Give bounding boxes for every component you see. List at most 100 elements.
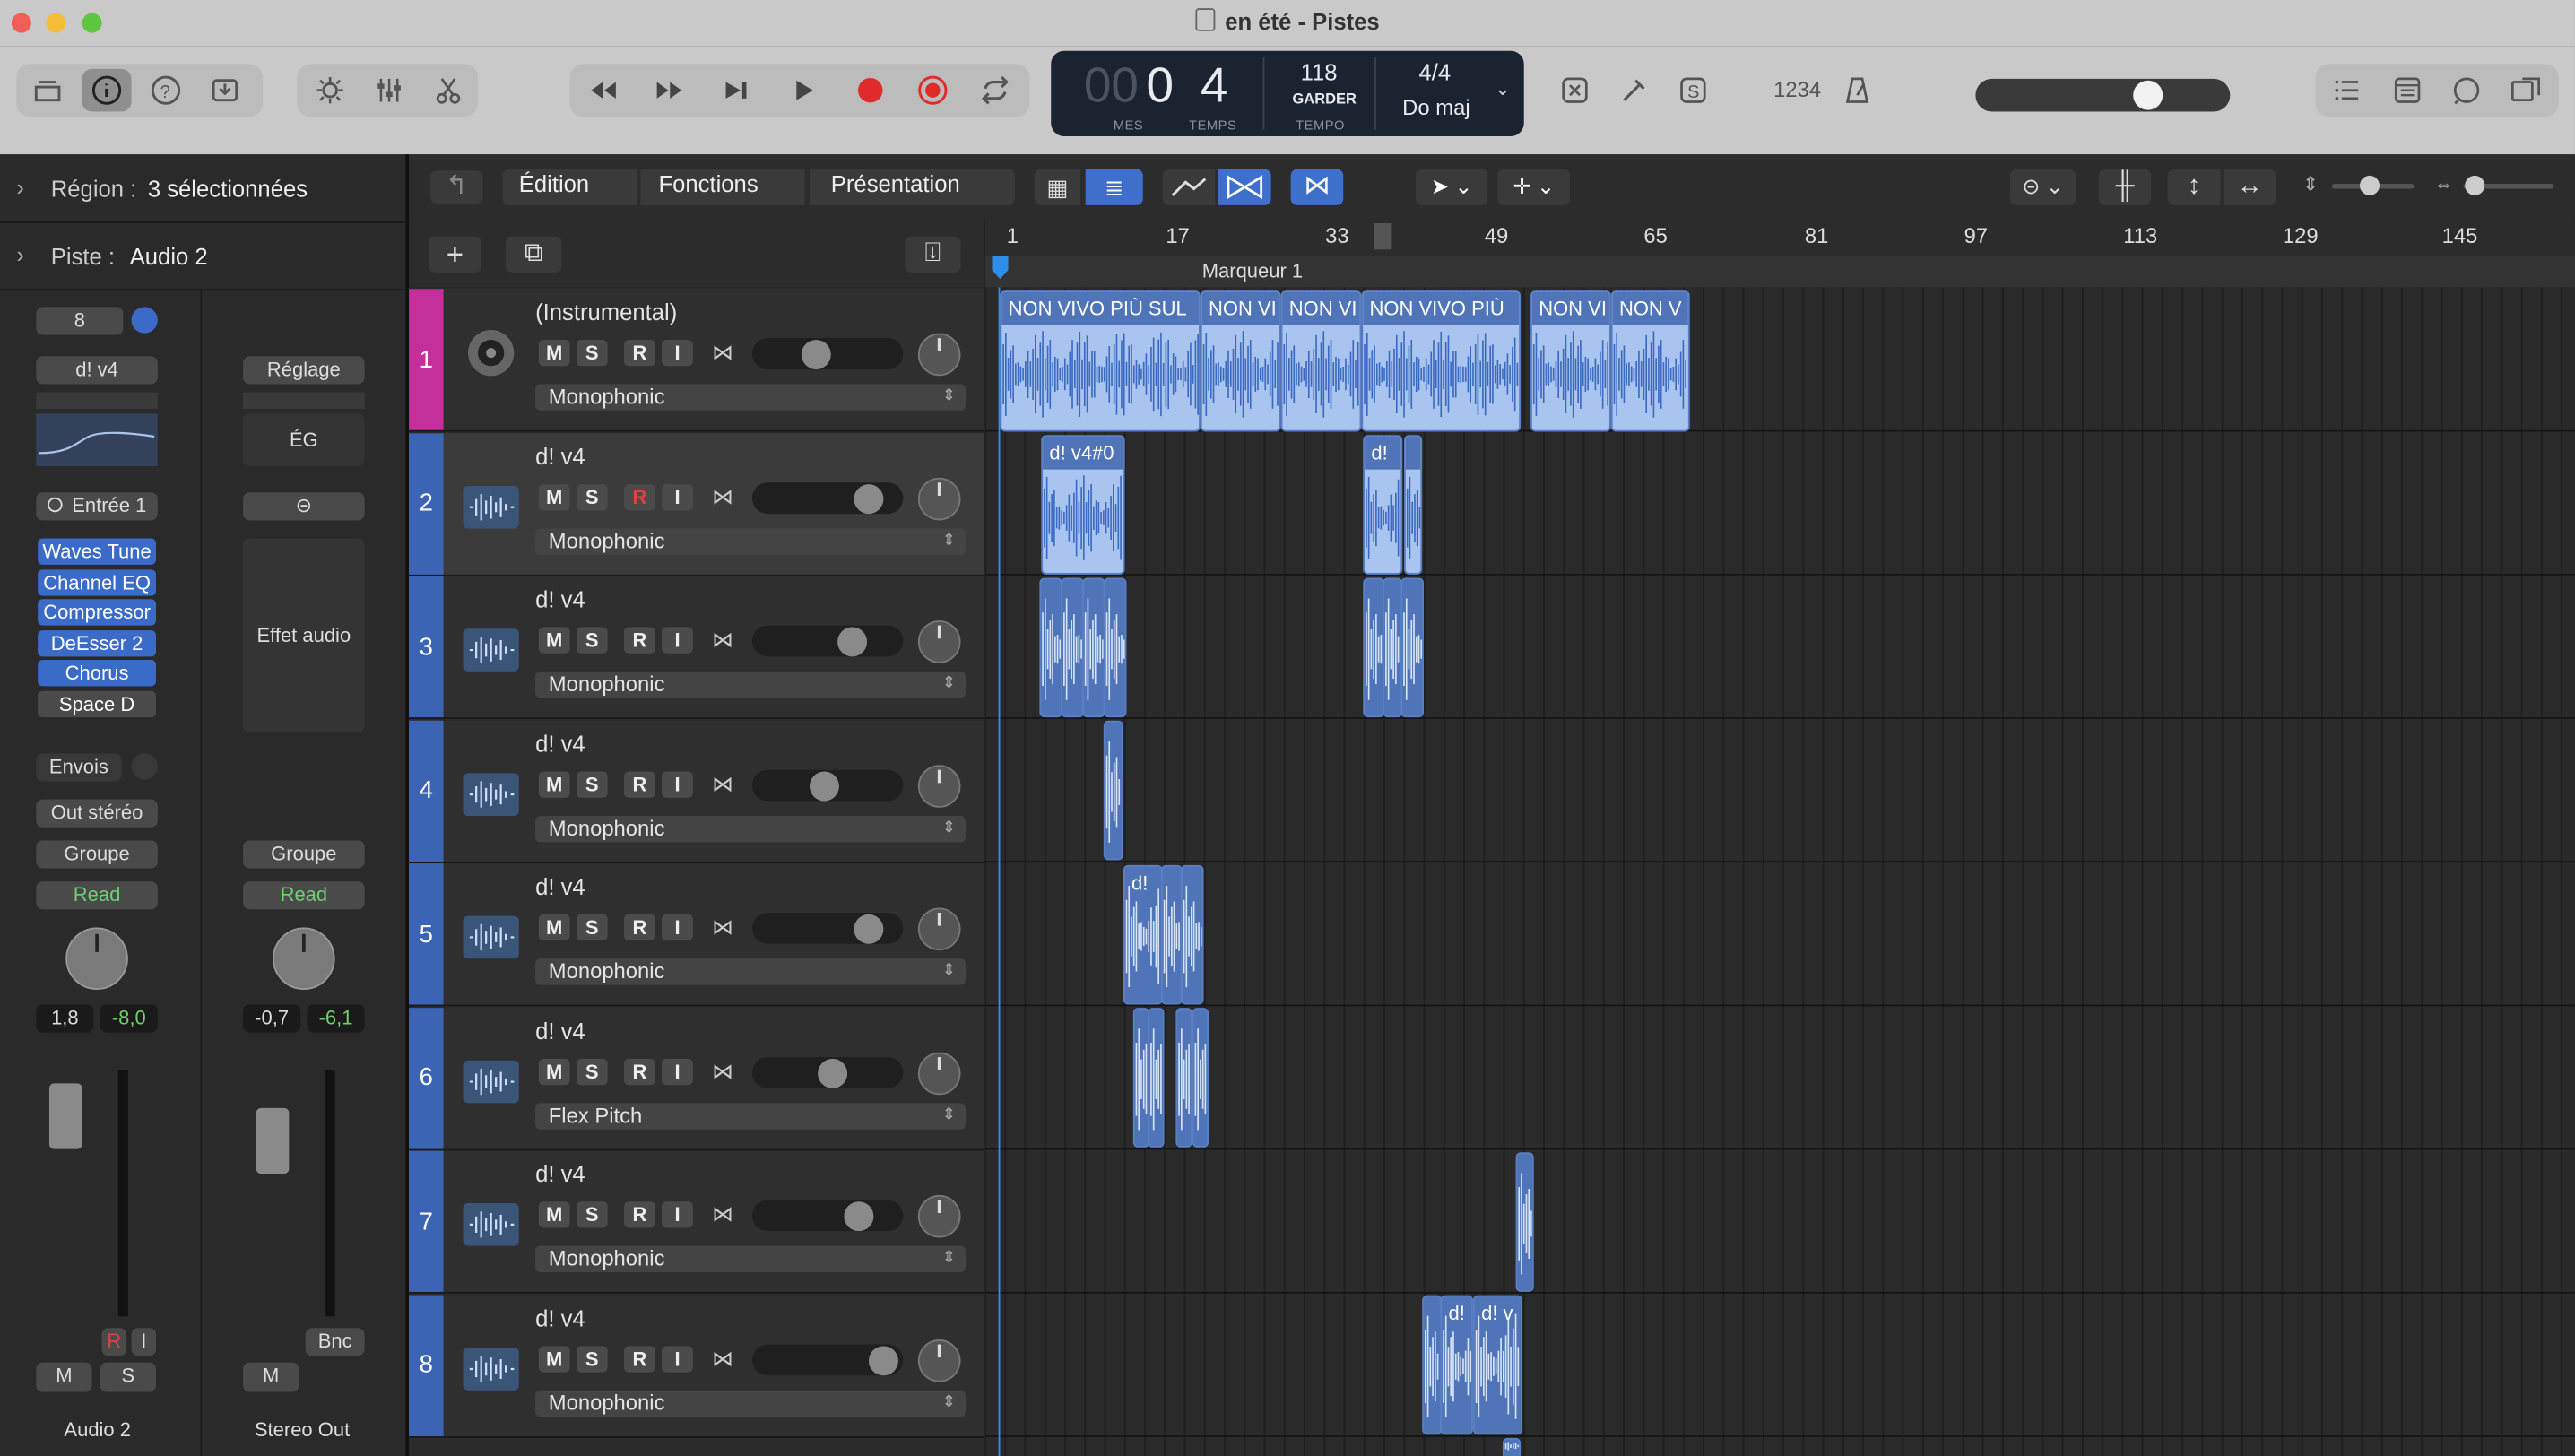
audio-region[interactable]: NON V (1610, 290, 1690, 432)
flex-toggle-icon[interactable]: ⋈ (707, 1201, 740, 1227)
track-name[interactable]: d! v4 (535, 1160, 585, 1186)
eq-thumbnail[interactable] (36, 413, 158, 466)
solo-button[interactable]: S (576, 1201, 608, 1228)
audio-region[interactable] (1082, 577, 1105, 718)
solo-icon[interactable]: S (1669, 69, 1718, 112)
track-name[interactable]: d! v4 (535, 1017, 585, 1043)
input-monitor-button[interactable]: I (662, 1058, 693, 1085)
audio-region[interactable]: d! v4#0 (1041, 435, 1125, 575)
input-monitor-button[interactable]: I (662, 339, 693, 367)
audio-region[interactable]: NON VI (1280, 290, 1362, 432)
audio-region[interactable]: d! v (1472, 1295, 1522, 1435)
audio-region[interactable]: NON VI (1200, 290, 1281, 432)
mixer-icon[interactable] (365, 69, 414, 112)
record-enable-button[interactable]: R (624, 1201, 655, 1228)
play-icon[interactable] (778, 69, 828, 112)
plugin-slot-3[interactable]: Compressor (38, 599, 157, 626)
solo-button[interactable]: S (576, 1345, 608, 1372)
input-number[interactable]: 8 (36, 307, 124, 335)
go-to-end-icon[interactable] (711, 69, 760, 112)
eq-button-output[interactable]: ÉG (243, 413, 365, 466)
volume-slider[interactable] (751, 625, 904, 657)
volume-knob[interactable] (837, 627, 868, 657)
chevron-down-icon[interactable]: ⌄ (1495, 77, 1511, 100)
mute-button[interactable]: M (538, 339, 570, 367)
global-tracks-icon[interactable]: ⍗ (905, 236, 961, 273)
flex-toggle-icon[interactable]: ⋈ (707, 627, 740, 653)
record-enable-button[interactable]: R (101, 1328, 127, 1356)
flex-mode-select[interactable]: Monophonic ⇕ (535, 1389, 966, 1417)
input-monitor-button[interactable]: I (662, 770, 693, 797)
audio-region[interactable]: NON VI (1530, 290, 1611, 432)
audio-region[interactable] (1383, 577, 1403, 718)
input-slot[interactable]: Entrée 1 (36, 492, 158, 521)
volume-knob[interactable] (854, 483, 884, 514)
marker-1[interactable]: Marqueur 1 (1202, 259, 1303, 282)
flex-icon[interactable] (1218, 169, 1271, 205)
volume-slider[interactable] (751, 912, 904, 944)
duplicate-track-icon[interactable]: ⧉ (506, 236, 562, 273)
sends-label[interactable]: Envois (36, 753, 122, 782)
scissors-icon[interactable] (424, 69, 473, 112)
volume-slider[interactable] (751, 768, 904, 801)
input-monitor-button[interactable]: I (662, 483, 693, 510)
replace-record-icon[interactable] (908, 69, 958, 112)
audio-region[interactable] (1192, 1008, 1209, 1148)
flex-toggle-icon[interactable]: ⋈ (707, 1345, 740, 1371)
track-name[interactable]: d! v4 (535, 873, 585, 899)
output-slot[interactable]: Out stéréo (36, 799, 158, 828)
track-header[interactable]: 1 (Instrumental) M S R I ⋈ Monophonic ⇕ (409, 289, 984, 432)
flex-mode-select[interactable]: Monophonic ⇕ (535, 958, 966, 985)
record-enable-button[interactable]: R (624, 1345, 655, 1372)
solo-button[interactable]: S (100, 1362, 157, 1392)
master-volume-slider[interactable] (1975, 78, 2231, 112)
mute-button[interactable]: M (538, 1345, 570, 1372)
pencil-tool-icon[interactable]: ✛ ⌄ (1497, 169, 1571, 205)
audio-fx-slot[interactable]: Effet audio (243, 538, 365, 732)
audio-region[interactable]: d! (1440, 1295, 1473, 1435)
audio-region[interactable] (1400, 577, 1424, 718)
pan-knob[interactable] (917, 1051, 961, 1095)
snap-icon[interactable]: ⋈ (1290, 169, 1344, 205)
plugin-slot-6[interactable]: Space D (38, 690, 157, 718)
low-latency-icon[interactable] (1550, 69, 1600, 112)
tuner-icon[interactable] (1609, 69, 1659, 112)
pan-knob[interactable] (917, 620, 961, 663)
send-knob[interactable] (131, 753, 158, 780)
flex-mode-select[interactable]: Flex Pitch ⇕ (535, 1102, 966, 1129)
track-inspector-header[interactable]: › Piste : Audio 2 (0, 223, 406, 291)
flex-mode-select[interactable]: Monophonic ⇕ (535, 815, 966, 842)
track-name[interactable]: d! v4 (535, 1304, 585, 1330)
pan-knob[interactable] (917, 907, 961, 951)
group-slot[interactable]: Groupe (36, 840, 158, 869)
mute-button[interactable]: M (538, 483, 570, 510)
mute-button[interactable]: M (36, 1362, 92, 1392)
record-enable-button[interactable]: R (624, 914, 655, 941)
browser-icon[interactable] (2501, 69, 2551, 112)
audio-region[interactable]: NON VIVO PIÙ SUL (1000, 290, 1201, 432)
input-monitor-icon[interactable] (131, 307, 158, 334)
lcd-display[interactable]: 00 0 4 MES TEMPS 118 GARDER TEMPO 4/4 Do… (1051, 50, 1524, 136)
vertical-fit-icon[interactable]: ↕ (2167, 169, 2221, 205)
cycle-icon[interactable] (970, 69, 1019, 112)
audio-region[interactable] (1160, 864, 1183, 1005)
flex-toggle-icon[interactable]: ⋈ (707, 914, 740, 940)
loop-browser-icon[interactable] (2442, 69, 2492, 112)
volume-slider[interactable] (751, 1056, 904, 1088)
link-icon[interactable]: ⊝ (243, 492, 365, 521)
hierarchy-up-icon[interactable]: ↰ (429, 170, 483, 204)
volume-slider[interactable] (751, 1200, 904, 1232)
audio-region[interactable] (1103, 577, 1127, 718)
track-header[interactable]: 5 d! v4 M S R I ⋈ Monophonic ⇕ (409, 863, 984, 1007)
input-monitor-button[interactable]: I (131, 1328, 157, 1356)
flex-mode-select[interactable]: Monophonic ⇕ (535, 1245, 966, 1272)
functions-menu[interactable]: Fonctions (658, 170, 758, 204)
automation-icon[interactable] (1162, 169, 1216, 205)
plugin-slot-2[interactable]: Channel EQ (38, 569, 157, 596)
volume-slider[interactable] (751, 338, 904, 369)
volume-fader[interactable] (48, 1083, 82, 1149)
list-view-icon[interactable]: ≣ (1085, 169, 1143, 205)
track-header[interactable]: 6 d! v4 M S R I ⋈ Flex Pitch ⇕ (409, 1007, 984, 1150)
master-volume-knob[interactable] (2133, 80, 2163, 110)
group-slot-output[interactable]: Groupe (243, 840, 365, 869)
